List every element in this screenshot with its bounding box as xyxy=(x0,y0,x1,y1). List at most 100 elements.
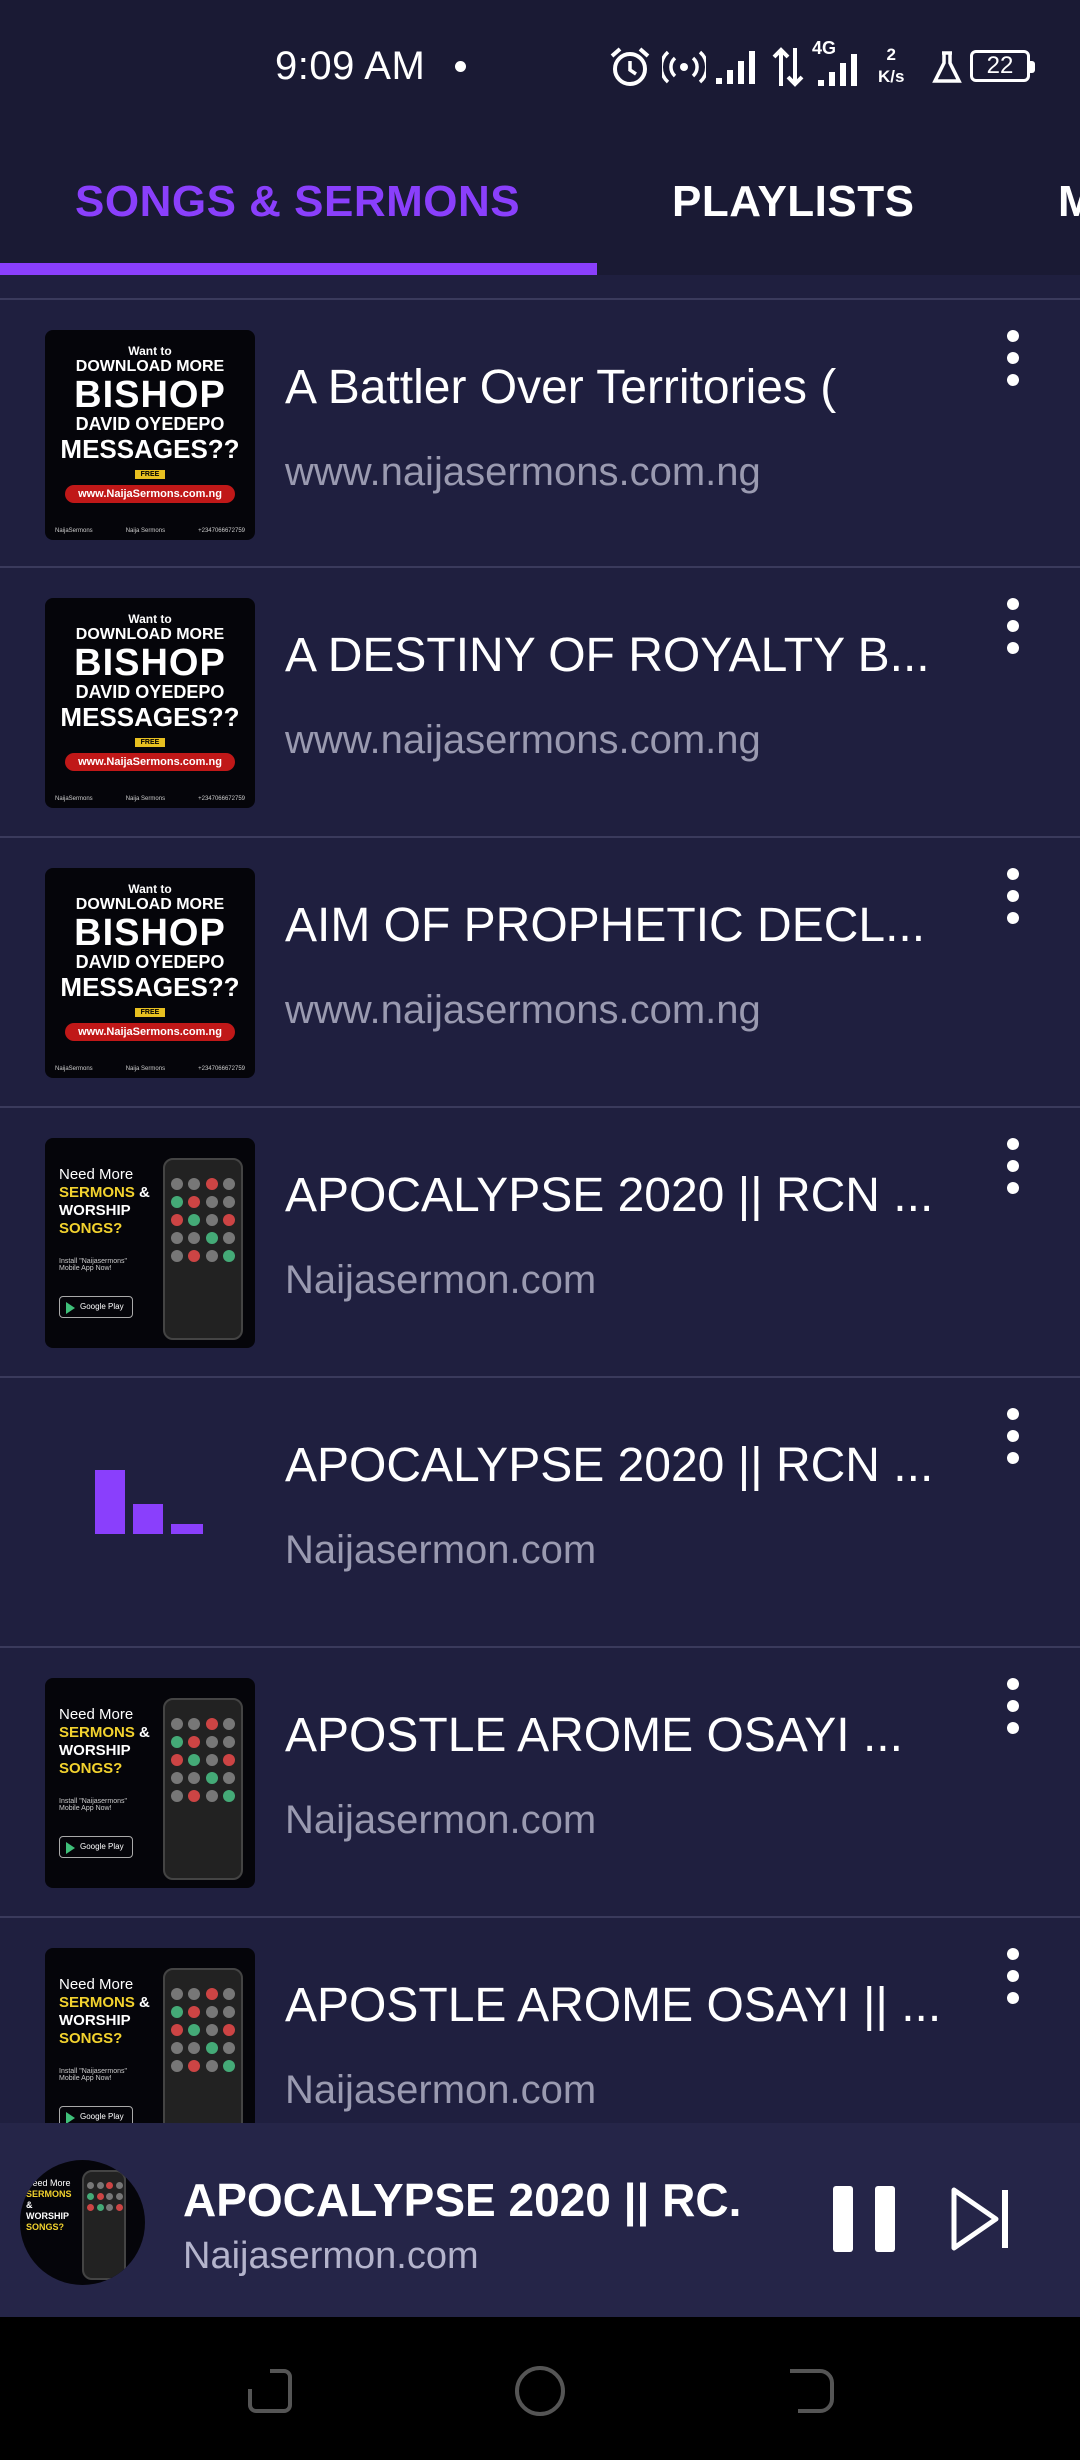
poster-footer-text: +2347066672759 xyxy=(198,1066,245,1072)
promo-line: WORSHIP xyxy=(26,2211,70,2221)
hotspot-icon xyxy=(662,50,706,84)
item-title: APOCALYPSE 2020 || RCN ... xyxy=(285,1439,934,1492)
promo-line: SONGS? xyxy=(59,1760,123,1777)
item-subtitle: www.naijasermons.com.ng xyxy=(285,988,761,1032)
google-play-badge: Google Play xyxy=(59,2106,133,2123)
more-options-icon[interactable] xyxy=(995,1138,1031,1194)
poster-footer-text: +2347066672759 xyxy=(198,796,245,802)
promo-install-text: Install "Naijasermons" Mobile App Now! xyxy=(59,2068,127,2082)
poster-text: Want to xyxy=(128,882,172,896)
now-playing-artwork[interactable]: Need More SERMONS & WORSHIP SONGS? xyxy=(20,2160,145,2285)
promo-line: Need More xyxy=(59,1166,134,1183)
network-speed-value: 2 xyxy=(886,45,896,64)
poster-text: BISHOP xyxy=(74,374,226,416)
phone-mockup xyxy=(163,1968,243,2123)
now-playing-subtitle: Naijasermon.com xyxy=(183,2235,479,2277)
signal-icon xyxy=(716,51,755,84)
promo-highlight: SERMONS xyxy=(59,1184,135,1201)
tab-next-partial[interactable]: M xyxy=(1058,177,1080,227)
poster-footer-text: Naija Sermons xyxy=(125,1066,166,1072)
songs-list[interactable]: Want to DOWNLOAD MORE BISHOP DAVID OYEDE… xyxy=(0,298,1080,2123)
poster-footer-text: NaijaSermons xyxy=(55,528,93,534)
more-options-icon[interactable] xyxy=(995,1678,1031,1734)
recents-icon[interactable] xyxy=(240,2361,300,2421)
bishop-poster-thumbnail: Want to DOWNLOAD MORE BISHOP DAVID OYEDE… xyxy=(45,598,255,808)
list-item[interactable]: Want to DOWNLOAD MORE BISHOP DAVID OYEDE… xyxy=(0,838,1080,1108)
poster-footer-text: Naija Sermons xyxy=(125,796,166,802)
poster-text: DAVID OYEDEPO xyxy=(75,414,225,434)
lab-icon xyxy=(932,51,962,83)
poster-footer-text: NaijaSermons xyxy=(55,1066,93,1072)
promo-ampersand: & xyxy=(139,1994,150,2011)
poster-text: BISHOP xyxy=(74,642,226,684)
tab-bar: SONGS & SERMONS PLAYLISTS M xyxy=(0,135,1080,275)
bishop-poster-thumbnail: Want to DOWNLOAD MORE BISHOP DAVID OYEDE… xyxy=(45,330,255,540)
tab-playlists[interactable]: PLAYLISTS xyxy=(672,177,914,227)
item-title: APOSTLE AROME OSAYI || ... xyxy=(285,1979,942,2032)
home-icon[interactable] xyxy=(510,2361,570,2421)
skip-next-button[interactable] xyxy=(950,2186,1014,2252)
signal-icon xyxy=(818,54,857,86)
list-item[interactable]: Want to DOWNLOAD MORE BISHOP DAVID OYEDE… xyxy=(0,568,1080,838)
promo-line: Need More xyxy=(59,1976,134,1993)
network-speed-unit: K/s xyxy=(878,67,905,86)
item-subtitle: Naijasermon.com xyxy=(285,1528,597,1572)
poster-footer: NaijaSermons Naija Sermons +234706667275… xyxy=(55,1066,245,1072)
more-options-icon[interactable] xyxy=(995,1408,1031,1464)
poster-footer: NaijaSermons Naija Sermons +234706667275… xyxy=(55,796,245,802)
more-options-icon[interactable] xyxy=(995,330,1031,386)
now-playing-bar[interactable]: Need More SERMONS & WORSHIP SONGS? APOCA… xyxy=(0,2123,1080,2317)
promo-text: Need More SERMONS & WORSHIP SONGS? xyxy=(59,1706,159,1778)
status-bar: 9:09 AM 4G 2 K/s 22 xyxy=(0,0,1080,135)
promo-line: SERMONS & xyxy=(59,1184,159,1202)
promo-ampersand: & xyxy=(26,2200,33,2210)
item-title: A DESTINY OF ROYALTY B... xyxy=(285,629,930,682)
promo-highlight: SERMONS xyxy=(26,2189,72,2199)
back-icon[interactable] xyxy=(780,2361,840,2421)
list-item[interactable]: Need More SERMONS & WORSHIP SONGS? Insta… xyxy=(0,1108,1080,1378)
phone-mockup xyxy=(82,2170,126,2280)
list-item[interactable]: APOCALYPSE 2020 || RCN ... Naijasermon.c… xyxy=(0,1378,1080,1648)
promo-text: Need More SERMONS & WORSHIP SONGS? xyxy=(26,2178,76,2233)
poster-text: MESSAGES?? xyxy=(60,702,240,732)
notification-dot-icon xyxy=(455,61,466,72)
now-playing-title: APOCALYPSE 2020 || RC.. xyxy=(183,2174,743,2226)
app-screen: 9:09 AM 4G 2 K/s 22 SONGS & SERMONS PLAY… xyxy=(0,0,1080,2460)
item-subtitle: Naijasermon.com xyxy=(285,1258,597,1302)
more-options-icon[interactable] xyxy=(995,1948,1031,2004)
app-promo-thumbnail: Need More SERMONS & WORSHIP SONGS? Insta… xyxy=(45,1948,255,2123)
poster-text: Want to xyxy=(128,344,172,358)
more-options-icon[interactable] xyxy=(995,598,1031,654)
promo-text: Need More SERMONS & WORSHIP SONGS? xyxy=(59,1976,159,2048)
more-options-icon[interactable] xyxy=(995,868,1031,924)
poster-url: www.NaijaSermons.com.ng xyxy=(65,753,235,771)
promo-line: WORSHIP xyxy=(59,2012,131,2029)
phone-mockup xyxy=(163,1158,243,1340)
placeholder-bars-icon xyxy=(45,1408,255,1618)
item-subtitle: www.naijasermons.com.ng xyxy=(285,450,761,494)
list-item[interactable]: Need More SERMONS & WORSHIP SONGS? Insta… xyxy=(0,1918,1080,2123)
data-transfer-icon xyxy=(772,47,804,87)
poster-text: DAVID OYEDEPO xyxy=(75,952,225,972)
phone-mockup xyxy=(163,1698,243,1880)
bishop-poster-thumbnail: Want to DOWNLOAD MORE BISHOP DAVID OYEDE… xyxy=(45,868,255,1078)
poster-footer-text: NaijaSermons xyxy=(55,796,93,802)
poster-text: Want to xyxy=(128,612,172,626)
list-item[interactable]: Need More SERMONS & WORSHIP SONGS? Insta… xyxy=(0,1648,1080,1918)
alarm-icon xyxy=(610,47,650,86)
pause-button[interactable] xyxy=(833,2186,895,2252)
item-title: A Battler Over Territories ( xyxy=(285,361,837,414)
promo-line: SONGS? xyxy=(59,1220,123,1237)
google-play-badge: Google Play xyxy=(59,1296,133,1318)
item-subtitle: Naijasermon.com xyxy=(285,1798,597,1842)
system-nav-bar xyxy=(0,2317,1080,2460)
tab-songs-sermons[interactable]: SONGS & SERMONS xyxy=(75,177,520,227)
list-item[interactable]: Want to DOWNLOAD MORE BISHOP DAVID OYEDE… xyxy=(0,298,1080,568)
poster-text: MESSAGES?? xyxy=(60,434,240,464)
poster-url: www.NaijaSermons.com.ng xyxy=(65,1023,235,1041)
battery-icon: 22 xyxy=(970,50,1035,82)
poster-text: BISHOP xyxy=(74,912,226,954)
promo-install-text: Install "Naijasermons" Mobile App Now! xyxy=(59,1798,127,1812)
status-time: 9:09 AM xyxy=(275,44,426,88)
google-play-badge: Google Play xyxy=(59,1836,133,1858)
